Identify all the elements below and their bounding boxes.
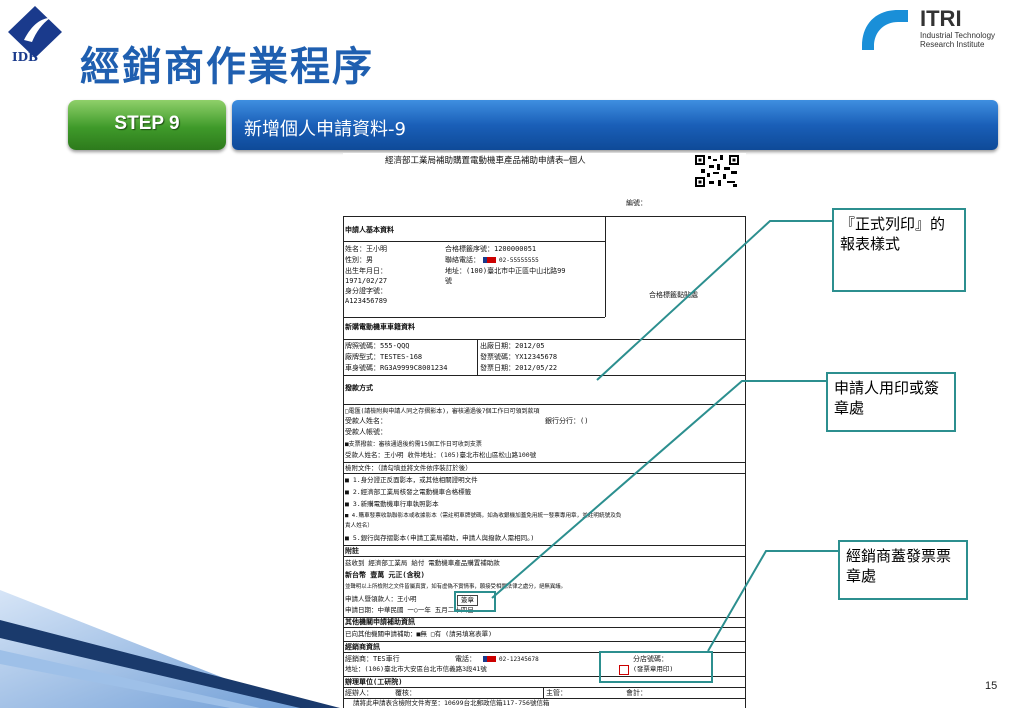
callout-dealer-stamp: 經銷商蓋發票票章處 — [838, 540, 968, 600]
callout-applicant-stamp: 申請人用印或簽章處 — [826, 372, 956, 432]
page-number: 15 — [985, 680, 998, 692]
callout-formal-print: 『正式列印』的報表樣式 — [832, 208, 966, 292]
callout-connectors — [491, 220, 838, 652]
